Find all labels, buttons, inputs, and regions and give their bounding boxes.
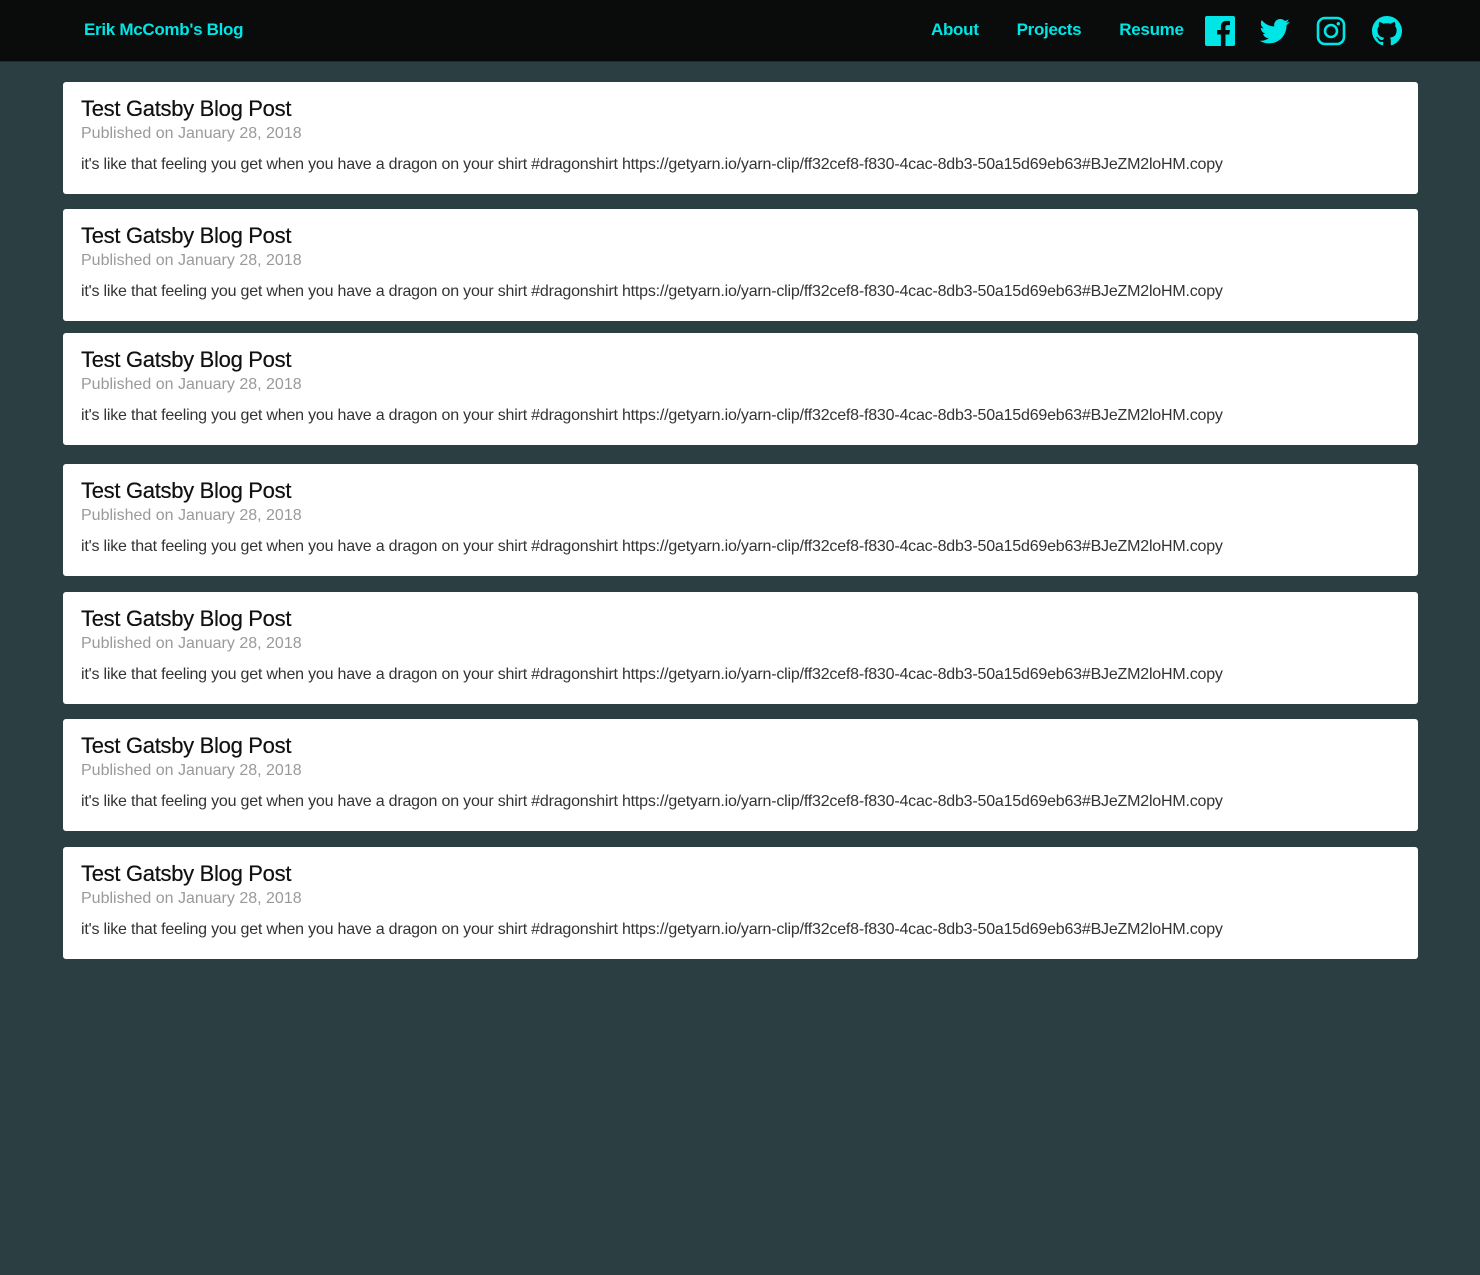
post-date: Published on January 28, 2018 bbox=[81, 507, 302, 524]
post-date: Published on January 28, 2018 bbox=[81, 635, 302, 652]
post-excerpt: it's like that feeling you get when you … bbox=[81, 156, 1223, 173]
post-card[interactable]: Test Gatsby Blog Post Published on Janua… bbox=[63, 333, 1418, 445]
twitter-icon[interactable] bbox=[1260, 16, 1290, 46]
post-date: Published on January 28, 2018 bbox=[81, 376, 302, 393]
github-icon[interactable] bbox=[1372, 16, 1402, 46]
post-date: Published on January 28, 2018 bbox=[81, 890, 302, 907]
post-excerpt: it's like that feeling you get when you … bbox=[81, 793, 1223, 810]
post-title[interactable]: Test Gatsby Blog Post bbox=[81, 347, 1400, 373]
post-excerpt: it's like that feeling you get when you … bbox=[81, 666, 1223, 683]
post-title[interactable]: Test Gatsby Blog Post bbox=[81, 478, 1400, 504]
post-date: Published on January 28, 2018 bbox=[81, 125, 302, 142]
post-card[interactable]: Test Gatsby Blog Post Published on Janua… bbox=[63, 464, 1418, 576]
post-title[interactable]: Test Gatsby Blog Post bbox=[81, 606, 1400, 632]
post-card[interactable]: Test Gatsby Blog Post Published on Janua… bbox=[63, 209, 1418, 321]
post-excerpt: it's like that feeling you get when you … bbox=[81, 538, 1223, 555]
site-brand-link[interactable]: Erik McComb's Blog bbox=[84, 20, 244, 40]
post-card[interactable]: Test Gatsby Blog Post Published on Janua… bbox=[63, 847, 1418, 959]
post-title[interactable]: Test Gatsby Blog Post bbox=[81, 861, 1400, 887]
nav-link-resume[interactable]: Resume bbox=[1119, 20, 1184, 40]
facebook-icon[interactable] bbox=[1205, 16, 1235, 46]
post-title[interactable]: Test Gatsby Blog Post bbox=[81, 733, 1400, 759]
post-date: Published on January 28, 2018 bbox=[81, 762, 302, 779]
nav-link-about[interactable]: About bbox=[931, 20, 979, 40]
instagram-icon[interactable] bbox=[1316, 16, 1346, 46]
post-card[interactable]: Test Gatsby Blog Post Published on Janua… bbox=[63, 82, 1418, 194]
post-card[interactable]: Test Gatsby Blog Post Published on Janua… bbox=[63, 719, 1418, 831]
post-excerpt: it's like that feeling you get when you … bbox=[81, 921, 1223, 938]
post-title[interactable]: Test Gatsby Blog Post bbox=[81, 96, 1400, 122]
post-card[interactable]: Test Gatsby Blog Post Published on Janua… bbox=[63, 592, 1418, 704]
post-date: Published on January 28, 2018 bbox=[81, 252, 302, 269]
post-excerpt: it's like that feeling you get when you … bbox=[81, 407, 1223, 424]
post-excerpt: it's like that feeling you get when you … bbox=[81, 283, 1223, 300]
post-title[interactable]: Test Gatsby Blog Post bbox=[81, 223, 1400, 249]
main-nav: About Projects Resume bbox=[931, 20, 1222, 40]
top-navbar: Erik McComb's Blog About Projects Resume bbox=[0, 0, 1480, 62]
nav-link-projects[interactable]: Projects bbox=[1017, 20, 1082, 40]
